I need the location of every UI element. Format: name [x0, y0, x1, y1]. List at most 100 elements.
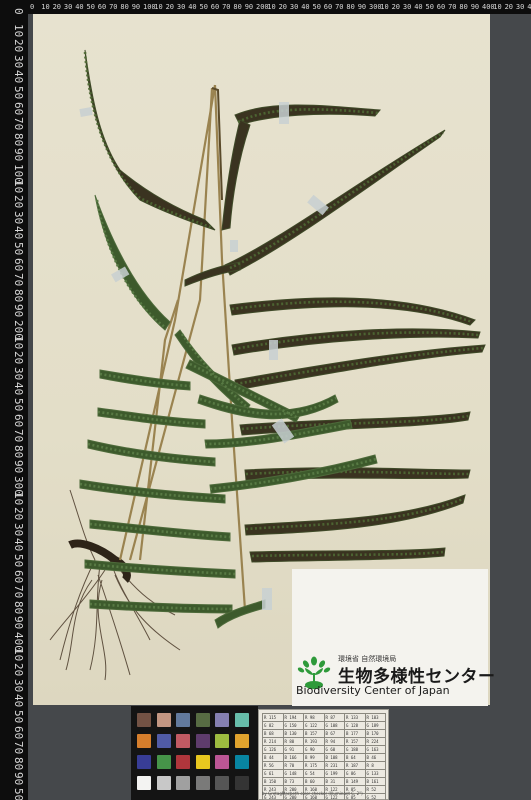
- ruler-top-label: 80: [120, 3, 129, 11]
- ruler-top-label: 40: [301, 3, 310, 11]
- ruler-top-label: 70: [109, 3, 118, 11]
- ruler-left-label: 40: [12, 538, 25, 552]
- table-cell: R 80: [282, 737, 304, 746]
- table-cell: B 60: [303, 777, 325, 786]
- ruler-top-label: 70: [222, 3, 231, 11]
- ruler-left-label: 30: [12, 54, 25, 69]
- ruler-top-label: 10: [41, 3, 50, 11]
- table-cell: B 31: [323, 777, 345, 786]
- color-patch: [215, 776, 229, 790]
- ruler-left-label: 80: [12, 600, 25, 615]
- table-cell: B 149: [344, 777, 366, 786]
- ruler-left-label: 70: [12, 429, 25, 443]
- ruler-left-label: 20: [12, 663, 25, 677]
- table-cell: R 157: [344, 737, 366, 746]
- color-patch: [234, 755, 249, 769]
- ruler-left-label: 50: [12, 398, 25, 412]
- table-row: G 61 G 148 G 54 G 199 G 86 G 133: [262, 769, 386, 778]
- ruler-top-label: 90: [244, 3, 254, 11]
- color-patch: [176, 776, 190, 790]
- table-cell: G 90: [303, 745, 325, 754]
- table-cell: R 133: [344, 713, 366, 722]
- ruler-top-label: 20: [52, 3, 62, 11]
- table-row: G 82 G 150 G 122 G 108 G 128 G 189: [262, 721, 386, 730]
- ruler-left-label: 80: [12, 444, 25, 459]
- roots: [49, 489, 181, 681]
- table-cell: B 99: [303, 753, 325, 762]
- ruler-top-label: 90: [357, 3, 367, 11]
- ruler-left-label: 60: [12, 101, 25, 115]
- table-cell: R 94: [323, 737, 345, 746]
- ruler-left-label: 30: [12, 522, 25, 537]
- table-cell: G 199: [323, 769, 345, 778]
- color-patch: [195, 713, 210, 727]
- color-checker: [131, 706, 258, 800]
- center-name-english: Biodiversity Center of Japan: [296, 684, 450, 697]
- ruler-top-label: 70: [335, 3, 344, 11]
- color-values-card: R 115 R 194 R 98 R 87 R 133 R 103 G 82 G 150 G 1…: [258, 709, 389, 800]
- table-cell: B 161: [364, 777, 386, 786]
- table-cell: R 175: [303, 761, 325, 770]
- ruler-left-label: 40: [12, 382, 25, 396]
- ruler-top-label: 40: [188, 3, 197, 11]
- ruler-left-label: 40: [12, 226, 25, 240]
- ruler-top-label: 50: [199, 3, 208, 11]
- table-cell: G 148: [282, 769, 304, 778]
- ruler-top-label: 30: [176, 3, 186, 11]
- ruler-top-label: 20: [278, 3, 288, 11]
- ruler-left-label: 20: [12, 39, 25, 53]
- ruler-top-label: 40: [75, 3, 84, 11]
- table-cell: B 46: [364, 753, 386, 762]
- color-patch: [156, 734, 171, 748]
- ruler-top-label: 50: [312, 3, 321, 11]
- color-patch: [156, 713, 171, 727]
- ruler-top-label: 10: [267, 3, 276, 11]
- table-cell: B 130: [282, 729, 304, 738]
- ruler-top-label: 30: [63, 3, 73, 11]
- ruler-left-label: 90: [12, 304, 25, 318]
- table-cell: B 157: [303, 729, 325, 738]
- table-cell: B 44: [262, 753, 284, 762]
- color-patch: [137, 713, 151, 727]
- table-cell: G 108: [323, 721, 345, 730]
- color-patch: [137, 755, 151, 769]
- ruler-left-label: 500: [12, 788, 25, 800]
- ruler-top-label: 80: [346, 3, 355, 11]
- color-patch: [195, 734, 210, 748]
- table-row: B 44 B 166 B 99 B 108 B 64 B 46: [262, 753, 386, 762]
- ruler-left-label: 50: [12, 242, 25, 256]
- table-cell: B 64: [344, 753, 366, 762]
- ruler-left-label: 10: [12, 647, 25, 661]
- color-values-caption: by GretagMacbeth color checker (Illumina…: [262, 791, 363, 796]
- ruler-left-label: 90: [12, 616, 25, 630]
- ruler-left-label: 80: [12, 132, 25, 147]
- table-cell: R 115: [262, 713, 284, 722]
- ruler-left-label: 80: [12, 288, 25, 303]
- ruler-left-label: 20: [12, 351, 25, 365]
- ruler-top: 0 10 20 30 40 50 60 70 80 90 100 10 20 30 40 50 60 70 80 90…: [0, 0, 531, 14]
- ruler-top-label: 20: [504, 3, 514, 11]
- ruler-left-label: 50: [12, 554, 25, 568]
- ruler-left-label: 90: [12, 148, 25, 162]
- color-patch: [176, 755, 190, 769]
- ruler-top-label: 0: [30, 3, 35, 11]
- color-patch: [195, 755, 210, 769]
- table-cell: G 60: [323, 745, 345, 754]
- table-cell: G 133: [364, 769, 386, 778]
- table-cell: G 128: [344, 721, 366, 730]
- ruler-top-label: 40: [414, 3, 423, 11]
- table-cell: R 103: [364, 713, 386, 722]
- table-row: R 56 R 70 R 175 R 231 R 187 R 8: [262, 761, 386, 770]
- ruler-left-label: 10: [12, 23, 25, 37]
- ruler-top-label: 60: [436, 3, 446, 11]
- ruler-top-label: 30: [402, 3, 412, 11]
- ruler-left-label: 60: [12, 725, 25, 739]
- table-cell: R 224: [364, 737, 386, 746]
- ruler-left-label: 60: [12, 569, 25, 583]
- ruler-top-label: 40: [527, 3, 531, 11]
- table-cell: G 126: [262, 745, 284, 754]
- table-cell: G 150: [282, 721, 304, 730]
- table-row: G 126 G 91 G 90 G 60 G 188 G 163: [262, 745, 386, 754]
- ruler-left-label: 80: [12, 756, 25, 771]
- table-cell: G 86: [344, 769, 366, 778]
